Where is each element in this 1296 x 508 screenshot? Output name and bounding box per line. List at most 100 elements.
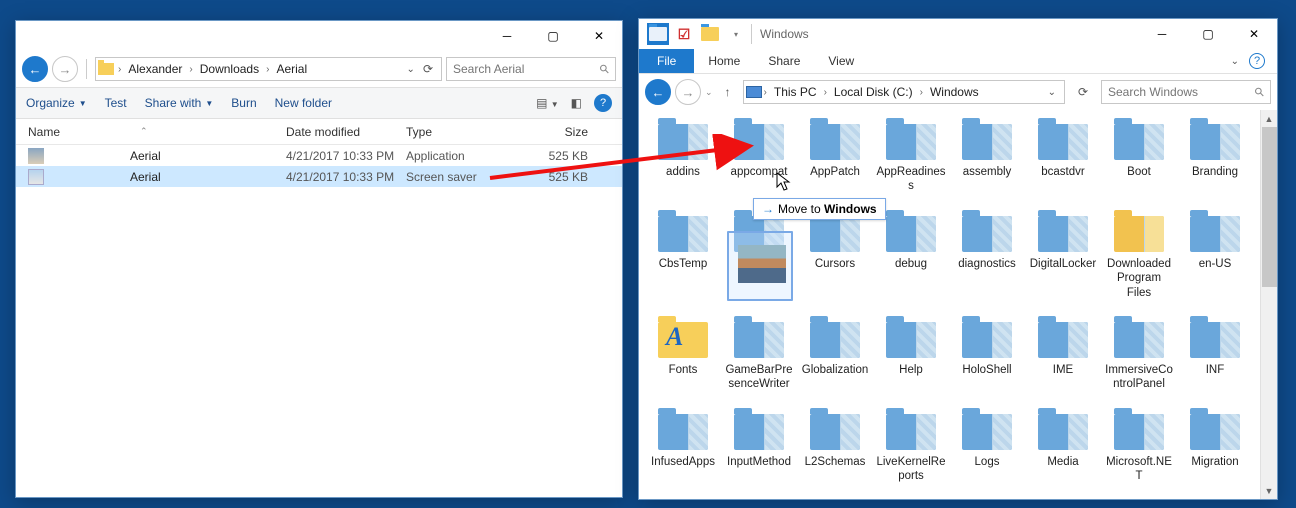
- help-button[interactable]: ?: [594, 94, 612, 112]
- help-icon[interactable]: ?: [1249, 53, 1265, 69]
- search-box[interactable]: ⚲: [1101, 80, 1271, 104]
- test-button[interactable]: Test: [105, 96, 127, 110]
- file-row[interactable]: Aerial4/21/2017 10:33 PMScreen saver525 …: [16, 166, 622, 187]
- file-list: Aerial4/21/2017 10:33 PMApplication525 K…: [16, 145, 622, 187]
- chevron-right-icon[interactable]: ›: [266, 64, 269, 75]
- up-button[interactable]: ↑: [717, 81, 739, 103]
- drop-tooltip: →Move to Windows: [753, 198, 886, 220]
- minimize-button[interactable]: ─: [484, 21, 530, 51]
- tab-view[interactable]: View: [814, 49, 868, 73]
- folder-item[interactable]: CbsTemp: [645, 208, 721, 302]
- folder-item[interactable]: Downloaded Program Files: [1101, 208, 1177, 302]
- breadcrumb[interactable]: › This PC › Local Disk (C:) › Windows ⌄: [743, 80, 1065, 104]
- crumb-part[interactable]: Windows: [925, 85, 984, 99]
- file-name: Aerial: [130, 149, 161, 163]
- titlebar[interactable]: ─ ▢ ✕: [16, 21, 622, 51]
- file-row[interactable]: Aerial4/21/2017 10:33 PMApplication525 K…: [16, 145, 622, 166]
- folder-item[interactable]: LiveKernelReports: [873, 406, 949, 486]
- burn-button[interactable]: Burn: [231, 96, 256, 110]
- folder-item[interactable]: Migration: [1177, 406, 1253, 486]
- forward-button[interactable]: →: [52, 56, 78, 82]
- chevron-right-icon[interactable]: ›: [189, 64, 192, 75]
- scrollbar[interactable]: ▲ ▼: [1260, 110, 1277, 499]
- chevron-down-icon[interactable]: ⌄: [1048, 87, 1056, 98]
- crumb-part[interactable]: Local Disk (C:): [829, 85, 918, 99]
- view-menu[interactable]: ▤ ▼: [536, 96, 559, 110]
- crumb-part[interactable]: This PC: [769, 85, 822, 99]
- folder-item[interactable]: assembly: [949, 116, 1025, 196]
- chevron-right-icon[interactable]: ›: [118, 64, 121, 75]
- folder-item[interactable]: Globalization: [797, 314, 873, 394]
- crumb-part[interactable]: Downloads: [195, 62, 264, 76]
- scroll-up-button[interactable]: ▲: [1261, 110, 1277, 127]
- tab-file[interactable]: File: [639, 49, 694, 73]
- refresh-icon[interactable]: ⟳: [423, 62, 433, 76]
- refresh-button[interactable]: ⟳: [1071, 80, 1095, 104]
- folder-item[interactable]: debug: [873, 208, 949, 302]
- folder-item[interactable]: GameBarPresenceWriter: [721, 314, 797, 394]
- folder-item[interactable]: addins: [645, 116, 721, 196]
- scroll-down-button[interactable]: ▼: [1261, 482, 1277, 499]
- folder-item[interactable]: AppReadiness: [873, 116, 949, 196]
- search-input[interactable]: [453, 62, 594, 76]
- col-type[interactable]: Type: [406, 125, 524, 139]
- tab-share[interactable]: Share: [754, 49, 814, 73]
- properties-button[interactable]: ☑: [673, 23, 695, 45]
- chevron-right-icon[interactable]: ›: [764, 87, 767, 98]
- back-button[interactable]: ←: [645, 79, 671, 105]
- folder-item[interactable]: en-US: [1177, 208, 1253, 302]
- customize-qat[interactable]: ▾: [725, 23, 747, 45]
- folder-item[interactable]: HoloShell: [949, 314, 1025, 394]
- folder-item[interactable]: AppPatch: [797, 116, 873, 196]
- share-menu[interactable]: Share with ▼: [145, 96, 214, 110]
- folder-item[interactable]: bcastdvr: [1025, 116, 1101, 196]
- folder-item[interactable]: Cursors: [797, 208, 873, 302]
- chevron-right-icon[interactable]: ›: [824, 87, 827, 98]
- new-folder-button[interactable]: New folder: [275, 96, 332, 110]
- folder-item[interactable]: L2Schemas: [797, 406, 873, 486]
- folder-item[interactable]: InputMethod: [721, 406, 797, 486]
- recent-locations-button[interactable]: ⌄: [705, 87, 713, 98]
- app-icon[interactable]: [647, 23, 669, 45]
- folder-item[interactable]: Branding: [1177, 116, 1253, 196]
- folder-item[interactable]: IME: [1025, 314, 1101, 394]
- back-button[interactable]: ←: [22, 56, 48, 82]
- folder-item[interactable]: Help: [873, 314, 949, 394]
- close-button[interactable]: ✕: [1231, 19, 1277, 49]
- folder-item[interactable]: INF: [1177, 314, 1253, 394]
- breadcrumb[interactable]: › Alexander › Downloads › Aerial ⌄ ⟳: [95, 57, 442, 81]
- col-date-modified[interactable]: Date modified: [286, 125, 406, 139]
- titlebar[interactable]: ☑ ▾ Windows ─ ▢ ✕: [639, 19, 1277, 49]
- scroll-thumb[interactable]: [1262, 127, 1277, 287]
- folder-item[interactable]: diagnostics: [949, 208, 1025, 302]
- folder-label: Help: [897, 362, 925, 377]
- search-input[interactable]: [1108, 85, 1249, 99]
- crumb-part[interactable]: Alexander: [123, 62, 187, 76]
- close-button[interactable]: ✕: [576, 21, 622, 51]
- maximize-button[interactable]: ▢: [1185, 19, 1231, 49]
- maximize-button[interactable]: ▢: [530, 21, 576, 51]
- folder-label: CbsTemp: [657, 256, 710, 271]
- folder-item[interactable]: DigitalLocker: [1025, 208, 1101, 302]
- folder-item[interactable]: InfusedApps: [645, 406, 721, 486]
- search-box[interactable]: ⚲: [446, 57, 616, 81]
- folder-icon: [734, 316, 784, 358]
- folder-item[interactable]: Media: [1025, 406, 1101, 486]
- minimize-button[interactable]: ─: [1139, 19, 1185, 49]
- crumb-part[interactable]: Aerial: [271, 62, 312, 76]
- organize-menu[interactable]: Organize ▼: [26, 96, 87, 110]
- folder-item[interactable]: ImmersiveControlPanel: [1101, 314, 1177, 394]
- ribbon-expand-icon[interactable]: ⌄: [1231, 56, 1239, 67]
- folder-item[interactable]: Microsoft.NET: [1101, 406, 1177, 486]
- tab-home[interactable]: Home: [694, 49, 754, 73]
- new-folder-button[interactable]: [699, 23, 721, 45]
- folder-item[interactable]: Fonts: [645, 314, 721, 394]
- forward-button[interactable]: →: [675, 79, 701, 105]
- preview-pane-button[interactable]: ◧: [571, 96, 582, 110]
- folder-item[interactable]: Boot: [1101, 116, 1177, 196]
- chevron-down-icon[interactable]: ⌄: [407, 64, 415, 75]
- chevron-right-icon[interactable]: ›: [920, 87, 923, 98]
- folder-item[interactable]: Logs: [949, 406, 1025, 486]
- col-name[interactable]: Name: [28, 125, 60, 139]
- col-size[interactable]: Size: [524, 125, 596, 139]
